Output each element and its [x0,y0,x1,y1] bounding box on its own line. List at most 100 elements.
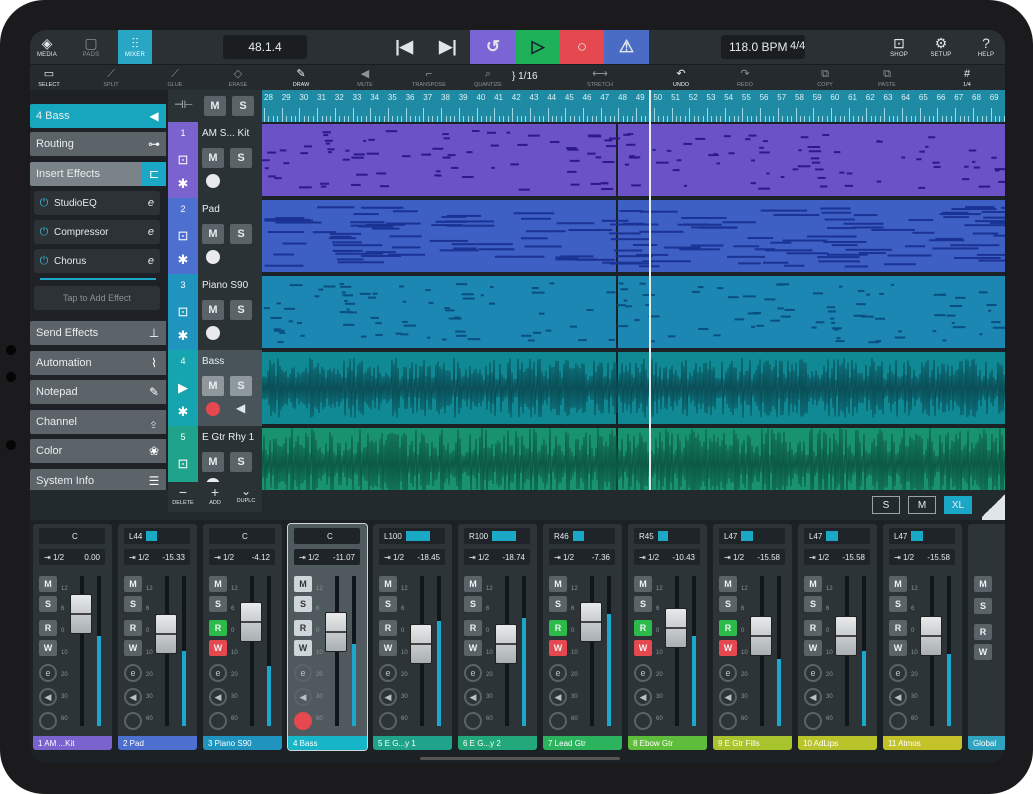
track-mute-button[interactable]: M [202,376,224,396]
write-button[interactable]: W [634,640,652,656]
read-button[interactable]: R [974,624,992,640]
track-lane[interactable] [262,426,1005,490]
read-button[interactable]: R [294,620,312,636]
mute-button[interactable]: M [974,576,992,592]
record-arm-icon[interactable] [294,712,312,730]
mute-button[interactable]: M [634,576,652,592]
volume-fader[interactable] [410,624,432,664]
channel-strip[interactable]: R46 ⇥ 1/2 -7.36 M S R W e ◀ 12 6 0 10 20 30 60… [543,524,622,750]
read-button[interactable]: R [634,620,652,636]
delete-button[interactable]: − DELETE [170,484,196,506]
power-icon[interactable]: ⏻ [34,255,54,268]
size-s-button[interactable]: S [872,496,900,514]
channel-name[interactable]: 8 Ebow Gtr [628,736,707,750]
mute-button[interactable]: M [124,576,142,592]
help-button[interactable]: ? HELP [973,30,999,64]
channel-name[interactable]: 6 E G...y 2 [458,736,537,750]
color-row[interactable]: Color ❀ [30,439,166,463]
arrangement-view[interactable]: 28 29 30 31 32 33 34 35 36 37 38 39 40 41 42 43 44 45 46 47… [262,90,1005,490]
paste-button[interactable]: ⧉ PASTE [872,65,902,91]
pan-control[interactable]: R100 [464,528,530,544]
track-name[interactable]: Bass [202,356,224,367]
record-arm-icon[interactable] [464,712,482,730]
add-track-icon[interactable]: ⊣⊢ [174,98,193,111]
track-name[interactable]: Piano S90 [202,280,248,291]
select-tool[interactable]: ▭ SELECT [34,65,64,91]
channel-strip[interactable]: M S R W Global [968,524,1005,750]
channel-name[interactable]: 9 E Gtr Fills [713,736,792,750]
read-button[interactable]: R [889,620,907,636]
copy-button[interactable]: ⧉ COPY [810,65,840,91]
record-arm-icon[interactable] [804,712,822,730]
record-arm-icon[interactable] [634,712,652,730]
pan-control[interactable]: R46 [549,528,615,544]
channel-strip[interactable]: L100 ⇥ 1/2 -18.45 M S R W e ◀ 12 6 0 10 20 30… [373,524,452,750]
channel-name[interactable]: 10 AdLips [798,736,877,750]
edit-plugin-icon[interactable]: e [294,664,312,682]
channel-name[interactable]: 11 Atmos [883,736,962,750]
metronome-button[interactable]: ⚠ [604,30,649,64]
read-button[interactable]: R [39,620,57,636]
solo-button[interactable]: S [294,596,312,612]
track-header[interactable]: 3 ⊡ ✱ Piano S90 M S [168,274,262,350]
channel-strip[interactable]: R100 ⇥ 1/2 -18.74 M S R W e ◀ 12 6 0 10 20 30… [458,524,537,750]
send-volume[interactable]: ⇥ 1/2 0.00 [39,549,105,565]
timeline-ruler[interactable]: 28 29 30 31 32 33 34 35 36 37 38 39 40 41 42 43 44 45 46 47… [262,90,1005,122]
global-mute-button[interactable]: M [204,96,226,116]
collapse-icon[interactable]: ◀ [142,104,166,128]
record-arm-icon[interactable] [124,712,142,730]
record-arm-icon[interactable] [206,326,220,340]
edit-plugin-icon[interactable]: e [209,664,227,682]
volume-fader[interactable] [495,624,517,664]
edit-plugin-icon[interactable]: e [39,664,57,682]
solo-button[interactable]: S [124,596,142,612]
read-button[interactable]: R [804,620,822,636]
mute-button[interactable]: M [379,576,397,592]
read-button[interactable]: R [124,620,142,636]
write-button[interactable]: W [804,640,822,656]
track-lane[interactable] [262,198,1005,274]
volume-fader[interactable] [240,602,262,642]
record-arm-icon[interactable] [379,712,397,730]
plugin-studioeq[interactable]: ⏻ StudioEQ e [34,191,160,215]
undo-button[interactable]: ↶ UNDO [666,65,696,91]
monitor-icon[interactable]: ◀ [549,688,567,706]
channel-strip[interactable]: L47 ⇥ 1/2 -15.58 M S R W e ◀ 12 6 0 10 20 30 6… [798,524,877,750]
monitor-icon[interactable]: ◀ [209,688,227,706]
write-button[interactable]: W [549,640,567,656]
quantize-value[interactable]: } 1/16 [512,71,538,82]
monitor-icon[interactable]: ◀ [294,688,312,706]
edit-plugin-icon[interactable]: e [719,664,737,682]
track-solo-button[interactable]: S [230,300,252,320]
edit-plugin-icon[interactable]: e [634,664,652,682]
setup-button[interactable]: ⚙ SETUP [928,30,954,64]
solo-button[interactable]: S [209,596,227,612]
monitor-icon[interactable]: ◀ [804,688,822,706]
track-name[interactable]: AM S... Kit [202,128,249,139]
quantize-tool[interactable]: ⌕ QUANTIZE [470,65,506,91]
send-volume[interactable]: ⇥ 1/2 -18.45 [379,549,445,565]
write-button[interactable]: W [889,640,907,656]
edit-plugin-icon[interactable]: e [889,664,907,682]
duplicate-button[interactable]: ⌄ DUPLC [232,484,260,504]
monitor-icon[interactable]: ◀ [379,688,397,706]
pads-button[interactable]: ▢ PADS [76,30,106,64]
track-solo-button[interactable]: S [230,376,252,396]
track-header[interactable]: 1 ⊡ ✱ AM S... Kit M S [168,122,262,198]
track-header[interactable]: 2 ⊡ ✱ Pad M S [168,198,262,274]
plugin-compressor[interactable]: ⏻ Compressor e [34,220,160,244]
track-mute-button[interactable]: M [202,452,224,472]
write-button[interactable]: W [209,640,227,656]
channel-row[interactable]: Channel ⍚ [30,410,166,434]
track-lane[interactable] [262,122,1005,198]
mute-tool[interactable]: ◀ MUTE [350,65,380,91]
channel-strip[interactable]: R45 ⇥ 1/2 -10.43 M S R W e ◀ 12 6 0 10 20 30 6… [628,524,707,750]
close-mixer-corner[interactable] [982,490,1005,520]
shop-button[interactable]: ⊡ SHOP [886,30,912,64]
power-icon[interactable]: ⏻ [34,197,54,210]
pan-control[interactable]: C [39,528,105,544]
record-arm-icon[interactable] [209,712,227,730]
solo-button[interactable]: S [39,596,57,612]
track-lane[interactable] [262,350,1005,426]
write-button[interactable]: W [719,640,737,656]
